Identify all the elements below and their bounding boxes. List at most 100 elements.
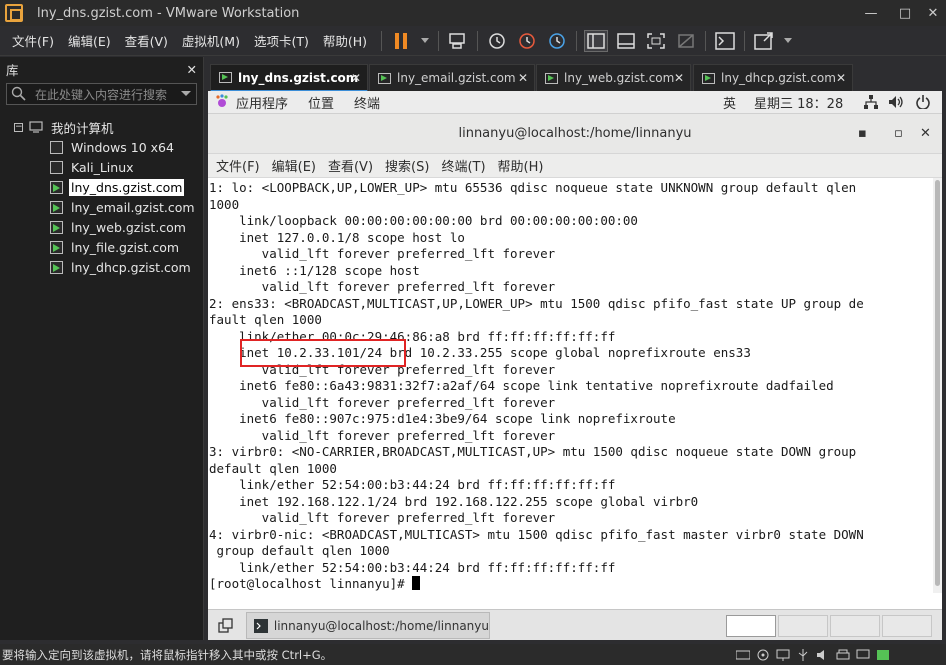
close-tab-icon[interactable]: ✕ (351, 71, 361, 85)
usb-icon[interactable] (796, 649, 810, 661)
snapshot-button[interactable] (485, 30, 509, 52)
maximize-button[interactable]: □ (890, 0, 920, 26)
toolbar-divider (438, 30, 440, 51)
terminal-menu-file[interactable]: 文件(F) (216, 156, 260, 175)
library-title: 库 (6, 62, 19, 78)
terminal-line: valid_lft forever preferred_lft forever (209, 394, 556, 410)
library-header: 库 ✕ (0, 57, 203, 81)
terminal-line: link/loopback 00:00:00:00:00:00 brd 00:0… (209, 213, 638, 228)
minimize-button[interactable]: — (856, 0, 886, 26)
close-window-button[interactable]: ✕ (918, 0, 946, 26)
revert-snapshot-button[interactable] (515, 30, 539, 52)
search-icon (11, 86, 26, 101)
toolbar-divider (381, 30, 383, 51)
printer-icon[interactable] (836, 649, 850, 661)
pause-button[interactable] (389, 30, 413, 52)
menu-help[interactable]: 帮助(H) (323, 31, 367, 50)
terminal-line: 1000 (209, 196, 240, 212)
volume-icon[interactable] (888, 95, 904, 109)
cd-rom-icon[interactable] (756, 649, 770, 661)
menu-view[interactable]: 查看(V) (125, 31, 168, 50)
toolbar-divider (576, 30, 578, 51)
display-icon[interactable] (856, 649, 870, 661)
tab-lny-web[interactable]: lny_web.gzist.com ✕ (536, 64, 691, 92)
workspace-4[interactable] (882, 615, 932, 637)
computer-icon (29, 121, 43, 133)
chevron-down-icon[interactable] (181, 91, 191, 97)
hard-disk-icon[interactable] (736, 649, 750, 661)
terminal-output[interactable]: 1: lo: <LOOPBACK,UP,LOWER_UP> mtu 65536 … (208, 178, 932, 593)
tab-lny-dns[interactable]: lny_dns.gzist.com ✕ (210, 64, 368, 92)
workspace-2[interactable] (778, 615, 828, 637)
show-desktop-icon[interactable] (218, 618, 234, 634)
menu-vm[interactable]: 虚拟机(M) (182, 31, 240, 50)
thumbnail-view-icon (617, 32, 635, 49)
terminal-menu-help[interactable]: 帮助(H) (498, 156, 544, 175)
tab-label: lny_email.gzist.com (397, 71, 516, 85)
console-icon (715, 31, 735, 50)
tree-item-lny-email[interactable]: lny_email.gzist.com (0, 197, 203, 217)
stretch-dropdown-button[interactable] (782, 30, 794, 52)
terminal-maximize-button[interactable]: ▫ (894, 126, 903, 141)
toolbar-divider (744, 30, 746, 51)
workspace-3[interactable] (830, 615, 880, 637)
close-tab-icon[interactable]: ✕ (836, 71, 846, 85)
close-tab-icon[interactable]: ✕ (518, 71, 528, 85)
tree-item-kali-linux[interactable]: Kali_Linux (0, 157, 203, 177)
terminal-line: link/ether 52:54:00:b3:44:24 brd ff:ff:f… (209, 477, 616, 492)
tree-item-lny-web[interactable]: lny_web.gzist.com (0, 217, 203, 237)
gnome-applications-menu[interactable]: 应用程序 (236, 93, 288, 112)
close-tab-icon[interactable]: ✕ (674, 71, 684, 85)
terminal-close-button[interactable]: ✕ (920, 126, 931, 141)
console-view-button[interactable] (713, 30, 737, 52)
tree-item-lny-dhcp[interactable]: lny_dhcp.gzist.com (0, 257, 203, 277)
menu-file[interactable]: 文件(F) (12, 31, 54, 50)
tree-item-lny-file[interactable]: lny_file.gzist.com (0, 237, 203, 257)
input-method-indicator[interactable]: 英 (723, 93, 736, 112)
menu-edit[interactable]: 编辑(E) (68, 31, 111, 50)
collapse-toggle-icon[interactable]: − (14, 122, 23, 132)
tree-item-lny-dns[interactable]: lny_dns.gzist.com (0, 177, 203, 197)
terminal-minimize-button[interactable]: ▪ (858, 126, 867, 141)
workspace-1[interactable] (726, 615, 776, 637)
tree-item-windows10[interactable]: Windows 10 x64 (0, 137, 203, 157)
sound-card-icon[interactable] (816, 649, 830, 661)
pause-dropdown-button[interactable] (419, 30, 431, 52)
terminal-line: valid_lft forever preferred_lft forever (209, 246, 556, 261)
tab-lny-email[interactable]: lny_email.gzist.com ✕ (369, 64, 535, 92)
message-log-icon[interactable] (876, 649, 890, 661)
tree-root-my-computer[interactable]: − 我的计算机 (0, 117, 203, 137)
status-message: 要将输入定向到该虚拟机，请将鼠标指针移入其中或按 Ctrl+G。 (2, 647, 333, 662)
gnome-terminal-menu[interactable]: 终端 (354, 93, 380, 112)
scrollbar-thumb[interactable] (935, 180, 940, 586)
network-adapter-icon[interactable] (776, 649, 790, 661)
library-search-input[interactable]: 在此处键入内容进行搜索 (6, 83, 197, 105)
gnome-places-menu[interactable]: 位置 (308, 93, 334, 112)
device-icons (736, 649, 890, 661)
show-library-button[interactable] (584, 29, 609, 52)
fullscreen-button[interactable] (644, 30, 668, 52)
terminal-line: 4: virbr0-nic: <BROADCAST,MULTICAST> mtu… (209, 526, 864, 542)
terminal-scrollbar[interactable] (933, 178, 942, 593)
power-icon[interactable] (916, 95, 930, 109)
send-ctrl-alt-del-button[interactable] (446, 30, 470, 52)
tree-item-label: lny_dhcp.gzist.com (71, 259, 191, 275)
menu-tabs[interactable]: 选项卡(T) (254, 31, 309, 50)
terminal-menu-search[interactable]: 搜索(S) (385, 156, 429, 175)
stretch-view-button[interactable] (752, 30, 776, 52)
terminal-menu-terminal[interactable]: 终端(T) (441, 156, 485, 175)
taskbar-terminal-window[interactable]: linnanyu@localhost:/home/linnanyu (246, 612, 490, 639)
snapshot-manager-button[interactable] (545, 30, 569, 52)
close-library-button[interactable]: ✕ (187, 62, 197, 77)
vm-running-icon (50, 240, 63, 254)
vm-running-icon (50, 180, 63, 194)
terminal-menu-edit[interactable]: 编辑(E) (272, 156, 316, 175)
terminal-prompt-line[interactable]: [root@localhost linnanyu]# (209, 576, 932, 593)
terminal-menu-view[interactable]: 查看(V) (328, 156, 373, 175)
unity-button[interactable] (674, 30, 698, 52)
gnome-clock[interactable]: 星期三 18：28 (754, 93, 843, 112)
network-icon[interactable] (864, 95, 878, 109)
terminal-line: 3: virbr0: <NO-CARRIER,BROADCAST,MULTICA… (209, 444, 857, 459)
tab-lny-dhcp[interactable]: lny_dhcp.gzist.com ✕ (693, 64, 853, 92)
thumbnail-bar-button[interactable] (614, 30, 638, 52)
